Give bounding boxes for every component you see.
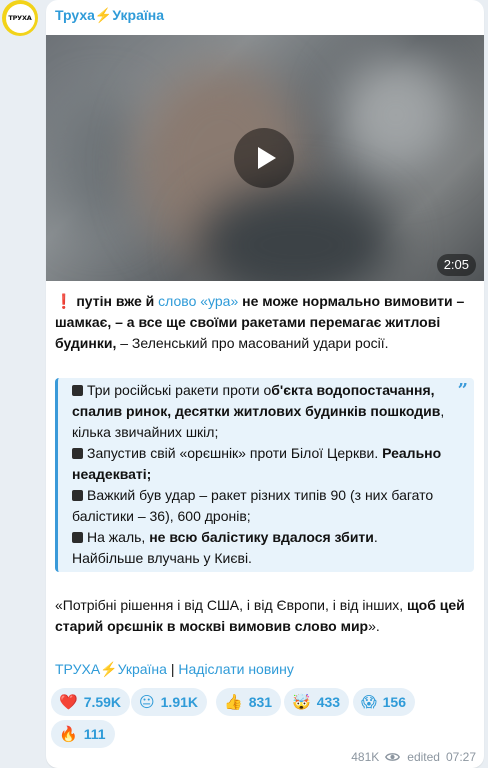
footer-links: ТРУХА⚡Україна | Надіслати новину	[55, 659, 294, 680]
intro-plain: – Зеленський про масований удари росії.	[116, 335, 389, 351]
reaction-fire[interactable]: 🔥 111	[51, 720, 115, 748]
video-duration: 2:05	[436, 254, 476, 276]
message-meta: 481K edited 07:27	[351, 750, 476, 764]
black-square-icon	[72, 532, 83, 543]
reaction-exploding-head[interactable]: 🤯 433	[284, 688, 350, 716]
quote-item: Важкий був удар – ракет різних типів 90 …	[72, 487, 434, 524]
view-count: 481K	[351, 750, 380, 764]
eye-icon	[385, 752, 401, 762]
reaction-count: 831	[248, 694, 273, 710]
neutral-face-icon: 😐	[139, 693, 155, 711]
channel-name[interactable]: Труха⚡Україна	[55, 7, 164, 24]
reaction-thumbs-up[interactable]: 👍 831	[216, 688, 282, 716]
black-square-icon	[72, 385, 83, 396]
intro-bold-a: путін вже й	[76, 293, 159, 309]
reaction-count: 156	[382, 694, 406, 710]
message-bubble: Труха⚡Україна 2:05 ❗ путін вже й слово «…	[46, 0, 484, 768]
play-icon	[257, 147, 276, 169]
reaction-count: 1.91K	[160, 694, 198, 710]
blockquote: ” Три російські ракети проти об'єкта вод…	[55, 378, 474, 572]
channel-avatar[interactable]: ТРУХА	[2, 0, 38, 36]
quote-icon: ”	[457, 380, 468, 401]
reaction-count: 7.59K	[83, 694, 122, 710]
quote-item: На жаль, не всю балістику вдалося збити.…	[72, 529, 378, 566]
exclamation-icon: ❗	[55, 293, 73, 309]
scream-face-icon: 😱	[361, 693, 377, 711]
hashtag-link[interactable]: слово «ура»	[158, 293, 238, 309]
message-time: 07:27	[445, 750, 476, 764]
play-button[interactable]	[234, 128, 294, 188]
closing-quote: «Потрібні рішення і від США, і від Європ…	[55, 597, 465, 634]
fire-icon: 🔥	[59, 725, 78, 743]
exploding-head-icon: 🤯	[292, 693, 311, 711]
reaction-scream[interactable]: 😱 156	[353, 688, 415, 716]
channel-link[interactable]: ТРУХА⚡Україна	[55, 661, 167, 677]
quote-item: Запустив свій «орєшнік» проти Білої Церк…	[72, 445, 442, 482]
video-thumbnail[interactable]: 2:05	[46, 35, 484, 281]
avatar-text: ТРУХА	[5, 3, 35, 33]
edited-label: edited	[407, 750, 440, 764]
post-intro: ❗ путін вже й слово «ура» не може нормал…	[55, 291, 477, 354]
thumbs-up-icon: 👍	[224, 693, 243, 711]
reaction-count: 433	[316, 694, 341, 710]
black-square-icon	[72, 448, 83, 459]
footer-separator: |	[166, 661, 179, 677]
quote-item: Три російські ракети проти об'єкта водоп…	[72, 382, 445, 440]
heart-icon: ❤️	[59, 693, 78, 711]
send-news-link[interactable]: Надіслати новину	[178, 661, 293, 677]
black-square-icon	[72, 490, 83, 501]
reaction-neutral-face[interactable]: 😐 1.91K	[131, 688, 207, 716]
reaction-count: 111	[83, 726, 106, 742]
reaction-heart[interactable]: ❤️ 7.59K	[51, 688, 131, 716]
